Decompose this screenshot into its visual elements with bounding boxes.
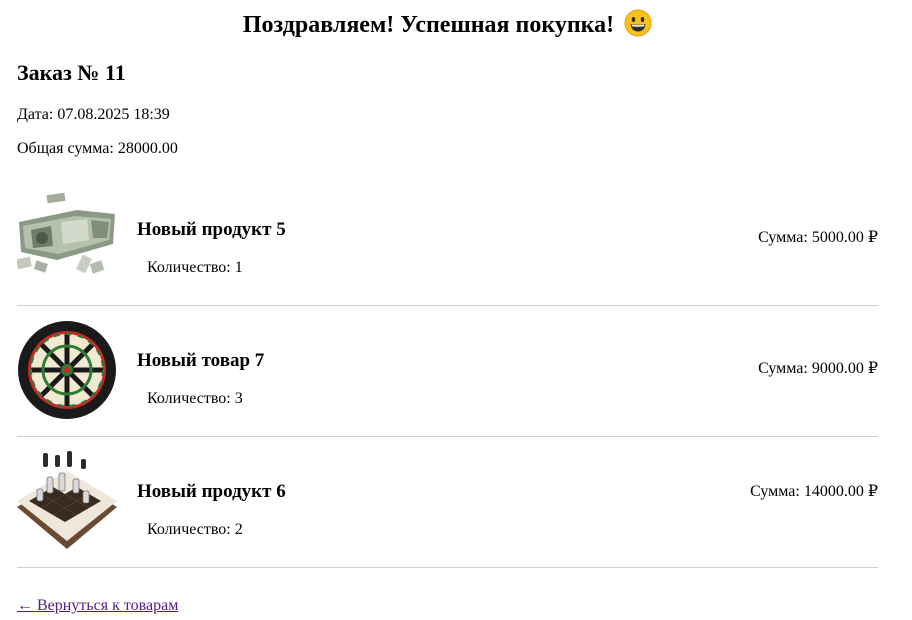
item-name: Новый продукт 6 [137,481,286,502]
item-sum: Сумма: 9000.00 ₽ [758,360,878,377]
success-headline: Поздравляем! Успешная покупка! [0,8,895,42]
dartboard-image [18,321,116,419]
grinning-face-icon [624,9,652,37]
order-total: Общая сумма: 28000.00 [17,140,178,157]
order-title: Заказ № 11 [17,60,126,85]
item-name: Новый товар 7 [137,350,265,371]
order-date: Дата: 07.08.2025 18:39 [17,106,170,123]
order-item: Новый товар 7 Количество: 3 Сумма: 9000.… [17,306,878,437]
item-quantity: Количество: 1 [147,259,243,276]
item-sum: Сумма: 5000.00 ₽ [758,229,878,246]
headline-text: Поздравляем! Успешная покупка! [242,12,615,38]
chess-board-image [17,451,117,549]
order-item: Новый продукт 5 Количество: 1 Сумма: 500… [17,175,878,306]
money-puzzle-image [17,192,115,274]
order-item: Новый продукт 6 Количество: 2 Сумма: 140… [17,437,878,568]
item-name: Новый продукт 5 [137,219,286,240]
back-to-products-link[interactable]: ← Вернуться к товарам [17,596,178,616]
item-quantity: Количество: 2 [147,521,243,538]
item-quantity: Количество: 3 [147,390,243,407]
item-sum: Сумма: 14000.00 ₽ [750,483,878,500]
